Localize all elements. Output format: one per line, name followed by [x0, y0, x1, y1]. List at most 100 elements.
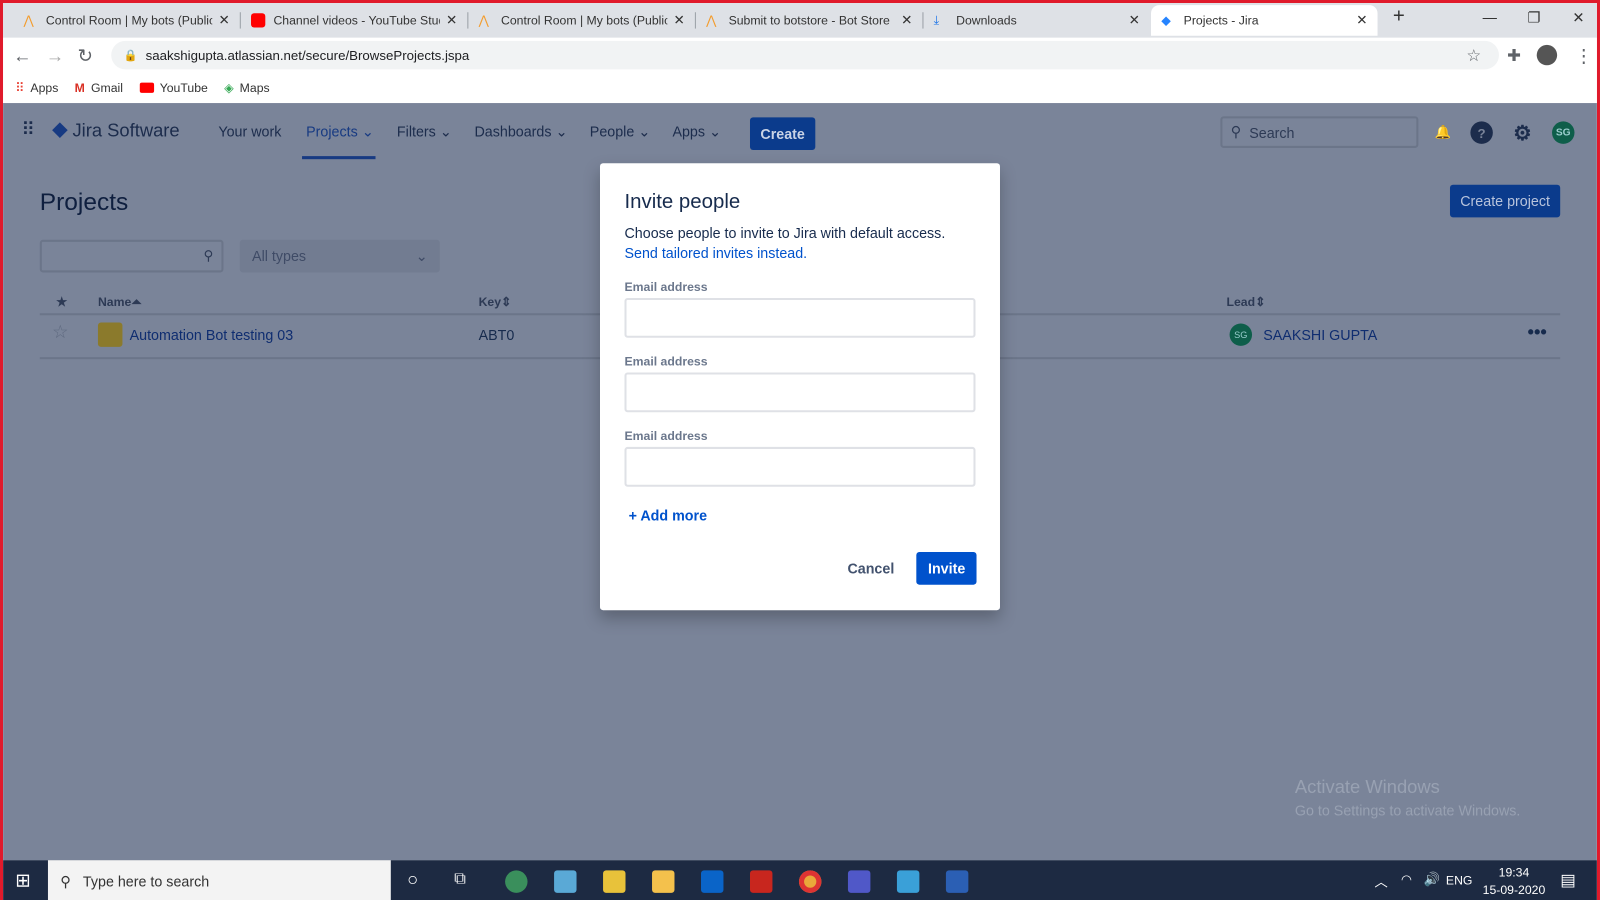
bookmark-apps[interactable]: ⠿ Apps — [15, 81, 58, 95]
close-tab-icon[interactable]: ✕ — [674, 12, 685, 28]
browser-tab[interactable]: ⋀ Control Room | My bots (Public ✕ — [468, 5, 695, 36]
more-actions-icon[interactable]: ••• — [1528, 321, 1547, 342]
create-project-button[interactable]: Create project — [1449, 184, 1561, 218]
task-view-icon[interactable]: ⧉ — [454, 870, 466, 888]
taskbar-app-icon[interactable] — [749, 870, 773, 893]
apps-grid-icon: ⠿ — [15, 80, 25, 95]
reload-icon[interactable]: ↻ — [78, 46, 93, 67]
jira-logo-icon: ◆ — [52, 118, 68, 141]
browser-tab[interactable]: ⋀ Control Room | My bots (Public ✕ — [13, 5, 240, 36]
show-hidden-icons[interactable]: ︿ — [1374, 871, 1387, 890]
outlook-icon[interactable] — [701, 870, 724, 893]
create-button[interactable]: Create — [749, 117, 816, 150]
nav-apps[interactable]: Apps ⌄ — [672, 123, 721, 140]
search-icon: ⚲ — [1230, 123, 1242, 140]
project-avatar — [97, 322, 123, 347]
url-bar[interactable]: 🔒 saakshigupta.atlassian.net/secure/Brows… — [111, 40, 1499, 70]
app-switcher-icon[interactable]: ⠿ — [21, 119, 34, 140]
taskbar-app-icon[interactable] — [554, 870, 577, 893]
star-column-icon: ★ — [56, 294, 68, 310]
extensions-icon[interactable]: ✚ — [1507, 46, 1521, 66]
automation-anywhere-icon: ⋀ — [706, 13, 717, 28]
add-more-button[interactable]: + Add more — [629, 507, 707, 523]
nav-people[interactable]: People ⌄ — [590, 123, 650, 140]
lead-avatar: SG — [1229, 323, 1253, 346]
taskbar-search[interactable]: ⚲ Type here to search — [47, 860, 391, 900]
close-tab-icon[interactable]: ✕ — [1129, 12, 1140, 28]
screen: ⋀ Control Room | My bots (Public ✕ Channel… — [0, 0, 1600, 900]
page-title: Projects — [39, 188, 129, 217]
active-nav-indicator — [302, 156, 376, 160]
column-header-key[interactable]: Key⇕ — [479, 295, 512, 309]
bookmark-youtube[interactable]: YouTube — [139, 81, 208, 95]
browser-tab[interactable]: ⤓ Downloads ✕ — [923, 5, 1150, 36]
windows-start-icon[interactable]: ⊞ — [15, 870, 30, 891]
column-header-name[interactable]: Name⏶ — [98, 295, 141, 310]
invite-button[interactable]: Invite — [916, 552, 977, 585]
jira-product-name[interactable]: Jira Software — [72, 120, 179, 141]
jira-icon: ◆ — [1161, 13, 1171, 28]
menu-icon[interactable]: ⋮ — [1574, 46, 1592, 67]
volume-icon[interactable]: 🔊 — [1423, 871, 1440, 887]
network-icon[interactable]: ◠ — [1401, 872, 1412, 886]
word-icon[interactable] — [945, 870, 969, 893]
bookmark-gmail[interactable]: M Gmail — [75, 81, 123, 95]
chrome-icon[interactable] — [798, 870, 822, 893]
browser-tab[interactable]: Channel videos - YouTube Stud ✕ — [241, 5, 468, 36]
minimize-button[interactable]: — — [1483, 9, 1497, 25]
notifications-icon[interactable]: 🔔 — [1432, 121, 1454, 143]
new-tab-button[interactable]: + — [1393, 5, 1405, 28]
user-avatar[interactable]: SG — [1552, 121, 1575, 144]
cancel-button[interactable]: Cancel — [837, 552, 904, 585]
bookmark-maps[interactable]: ◈ Maps — [224, 81, 269, 95]
search-icon: ⚲ — [203, 247, 214, 264]
browser-tab[interactable]: ⋀ Submit to botstore - Bot Store ✕ — [696, 5, 923, 36]
back-icon[interactable]: ← — [13, 46, 31, 67]
forward-icon[interactable]: → — [46, 46, 64, 67]
help-icon[interactable]: ? — [1470, 121, 1493, 144]
close-tab-icon[interactable]: ✕ — [1356, 12, 1367, 28]
email-field-1[interactable] — [624, 297, 976, 338]
jira-search-input[interactable]: ⚲ Search — [1220, 116, 1419, 148]
project-search-input[interactable]: ⚲ — [39, 239, 224, 273]
bookmarks-bar: ⠿ Apps M Gmail YouTube ◈ Maps — [3, 72, 1597, 104]
browser-tab-strip: ⋀ Control Room | My bots (Public ✕ Channel… — [3, 3, 1597, 38]
activate-windows-watermark: Activate Windows Go to Settings to activa… — [1294, 776, 1521, 819]
email-field-2[interactable] — [624, 372, 976, 413]
automation-anywhere-icon: ⋀ — [23, 13, 34, 28]
star-icon[interactable]: ☆ — [52, 321, 68, 342]
send-tailored-invites-link[interactable]: Send tailored invites instead. — [624, 245, 807, 261]
email-label: Email address — [624, 428, 708, 443]
column-header-lead[interactable]: Lead⇕ — [1227, 295, 1266, 309]
close-tab-icon[interactable]: ✕ — [218, 12, 229, 28]
close-window-button[interactable]: ✕ — [1572, 9, 1584, 26]
browser-tab-active[interactable]: ◆ Projects - Jira ✕ — [1151, 5, 1378, 36]
taskbar-app-icon[interactable] — [896, 870, 920, 893]
cortana-icon[interactable]: ○ — [407, 869, 418, 890]
close-tab-icon[interactable]: ✕ — [446, 12, 457, 28]
profile-avatar[interactable] — [1536, 44, 1558, 66]
restore-button[interactable]: ❐ — [1528, 9, 1541, 26]
youtube-icon — [251, 13, 266, 28]
nav-dashboards[interactable]: Dashboards ⌄ — [474, 123, 567, 140]
project-name-link[interactable]: Automation Bot testing 03 — [130, 327, 294, 343]
project-type-select[interactable]: All types ⌄ — [239, 239, 440, 273]
search-icon: ⚲ — [60, 872, 71, 890]
invite-people-dialog: Invite people Choose people to invite to… — [599, 163, 1000, 611]
file-explorer-icon[interactable] — [652, 870, 675, 893]
notification-center-icon[interactable]: ▤ — [1560, 870, 1575, 890]
language-indicator[interactable]: ENG — [1446, 873, 1473, 887]
taskbar-app-icon[interactable] — [505, 870, 528, 893]
close-tab-icon[interactable]: ✕ — [901, 12, 912, 28]
teams-icon[interactable] — [847, 870, 871, 893]
clock[interactable]: 19:34 15-09-2020 — [1483, 865, 1546, 897]
nav-your-work[interactable]: Your work — [218, 123, 281, 139]
bookmark-star-icon[interactable]: ☆ — [1466, 46, 1481, 66]
nav-projects[interactable]: Projects ⌄ — [306, 123, 374, 140]
nav-filters[interactable]: Filters ⌄ — [397, 123, 452, 140]
automation-anywhere-icon: ⋀ — [478, 13, 489, 28]
taskbar-app-icon[interactable] — [603, 870, 626, 893]
email-field-3[interactable] — [624, 446, 976, 487]
lead-name-link[interactable]: SAAKSHI GUPTA — [1263, 327, 1377, 343]
settings-icon[interactable]: ⚙ — [1511, 121, 1533, 144]
